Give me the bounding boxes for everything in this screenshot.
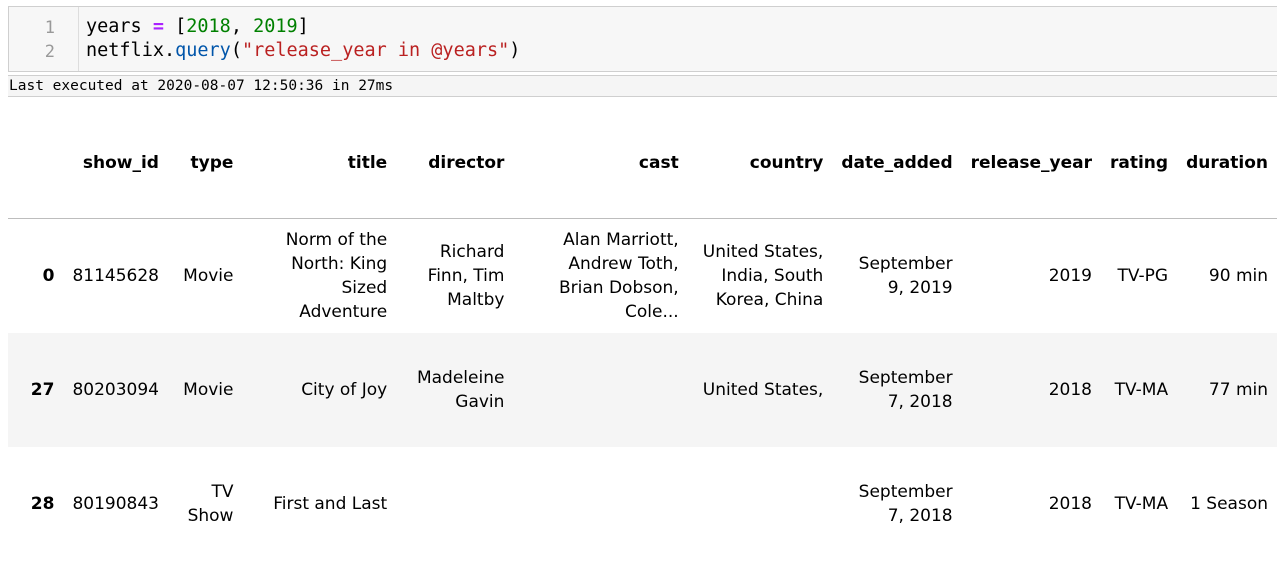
cell-show-id: 80190843 bbox=[72, 493, 159, 514]
column-header-duration: duration bbox=[1177, 108, 1277, 219]
line-number: 1 bbox=[44, 18, 55, 38]
line-number-gutter: 1 2 bbox=[9, 7, 79, 71]
header-row: show_id type title director cast country… bbox=[8, 108, 1277, 219]
cell-rating: TV-MA bbox=[1114, 493, 1169, 514]
cell-title: First and Last bbox=[273, 493, 388, 514]
cell-country bbox=[688, 447, 833, 561]
cell-title: City of Joy bbox=[301, 379, 388, 400]
cell-cast: Alan Marriott, Andrew Toth, Brian Dobson… bbox=[559, 229, 679, 322]
column-header-release-year: release_year bbox=[961, 108, 1101, 219]
cell-date-added: September 9, 2019 bbox=[858, 253, 953, 298]
cell-cast bbox=[513, 447, 687, 561]
cell-type: Movie bbox=[183, 379, 234, 400]
code-token: = bbox=[141, 16, 176, 37]
cell-release-year: 2018 bbox=[1048, 493, 1092, 514]
cell-duration: 1 Season bbox=[1190, 493, 1268, 514]
cell-date-added: September 7, 2018 bbox=[858, 481, 953, 526]
cell-type: Movie bbox=[183, 265, 234, 286]
cell-director: Madeleine Gavin bbox=[416, 367, 505, 412]
cell-cast bbox=[513, 333, 687, 447]
code-token: "release_year in @years" bbox=[241, 40, 510, 61]
row-index: 0 bbox=[42, 265, 55, 286]
cell-show-id: 80203094 bbox=[72, 379, 159, 400]
cell-duration: 90 min bbox=[1208, 265, 1268, 286]
code-token: 2018 bbox=[186, 16, 231, 37]
code-token: ] bbox=[297, 16, 309, 37]
cell-show-id: 81145628 bbox=[72, 265, 159, 286]
index-header bbox=[8, 108, 64, 219]
code-token: query bbox=[175, 40, 231, 61]
cell-type: TV Show bbox=[187, 481, 234, 526]
row-index: 28 bbox=[30, 493, 55, 514]
execution-time: Last executed at 2020-08-07 12:50:36 in … bbox=[8, 75, 1277, 97]
dataframe-table: show_id type title director cast country… bbox=[8, 108, 1277, 561]
cell-duration: 77 min bbox=[1208, 379, 1268, 400]
cell-rating: TV-PG bbox=[1117, 265, 1169, 286]
line-number: 2 bbox=[44, 42, 55, 62]
table-row: 0 81145628 Movie Norm of the North: King… bbox=[8, 219, 1277, 333]
column-header-date-added: date_added bbox=[832, 108, 962, 219]
code-cell[interactable]: 1 2 years = [2018, 2019] netflix.query("… bbox=[8, 6, 1277, 72]
cell-title: Norm of the North: King Sized Adventure bbox=[285, 229, 388, 322]
cell-date-added: September 7, 2018 bbox=[858, 367, 953, 412]
cell-country: United States, bbox=[702, 379, 824, 400]
code-token: , bbox=[230, 16, 254, 37]
code-line-2[interactable]: netflix.query("release_year in @years") bbox=[86, 39, 520, 63]
row-index: 27 bbox=[30, 379, 55, 400]
cell-release-year: 2018 bbox=[1048, 379, 1092, 400]
cell-director bbox=[396, 447, 513, 561]
column-header-country: country bbox=[687, 108, 833, 219]
code-token: netflix. bbox=[86, 40, 176, 61]
column-header-title: title bbox=[242, 108, 397, 219]
cell-country: United States, India, South Korea, China bbox=[702, 241, 824, 310]
code-token: ( bbox=[230, 40, 242, 61]
code-token: ) bbox=[509, 40, 521, 61]
table-row: 27 80203094 Movie City of Joy Madeleine … bbox=[8, 332, 1277, 447]
cell-director: Richard Finn, Tim Maltby bbox=[427, 241, 505, 310]
column-header-rating: rating bbox=[1100, 108, 1178, 219]
column-header-cast: cast bbox=[513, 108, 688, 219]
cell-rating: TV-MA bbox=[1114, 379, 1169, 400]
code-line-1[interactable]: years = [2018, 2019] bbox=[86, 15, 309, 39]
table-row: 28 80190843 TV Show First and Last Septe… bbox=[8, 447, 1277, 561]
column-header-director: director bbox=[396, 108, 514, 219]
code-token: [ bbox=[175, 16, 187, 37]
column-header-type: type bbox=[167, 108, 243, 219]
code-token: years bbox=[86, 16, 142, 37]
column-header-show-id: show_id bbox=[63, 108, 168, 219]
cell-release-year: 2019 bbox=[1048, 265, 1092, 286]
code-token: 2019 bbox=[253, 16, 298, 37]
